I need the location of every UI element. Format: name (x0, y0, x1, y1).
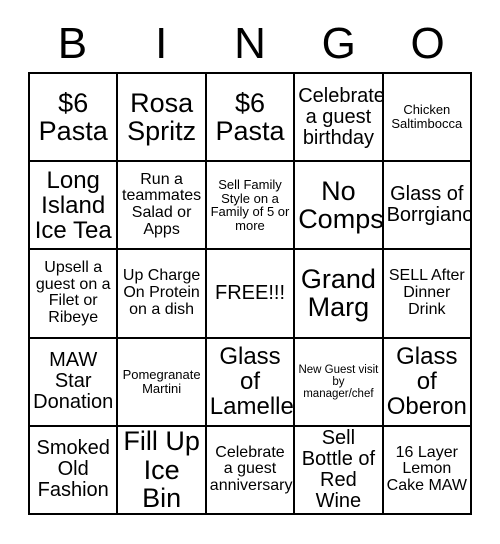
bingo-cell-i5[interactable]: Fill Up Ice Bin (118, 426, 207, 515)
bingo-cell-text: SELL After Dinner Drink (388, 267, 465, 318)
bingo-cell-text: $6 Pasta (215, 87, 285, 147)
bingo-cell-text: Grand Marg (300, 264, 376, 323)
bingo-cell-n1[interactable]: $6 Pasta (206, 74, 296, 163)
bingo-cell-b3[interactable]: Upsell a guest on a Filet or Ribeye (30, 250, 119, 339)
bingo-cell-g3[interactable]: Grand Marg (295, 250, 384, 339)
bingo-cell-o1[interactable]: Chicken Saltimbocca (383, 74, 472, 163)
bingo-grid: $6 Pasta Rosa Spritz $6 Pasta Celebrate … (28, 72, 472, 515)
bingo-cell-text: New Guest visit by manager/chef (298, 363, 379, 400)
bingo-header-letter-i: I (155, 19, 168, 68)
bingo-cell-text: Smoked Old Fashion (36, 437, 110, 502)
bingo-cell-text: No Comps (298, 175, 384, 235)
bingo-header-letter-b: B (57, 19, 88, 68)
bingo-cell-text: Chicken Saltimbocca (391, 102, 463, 132)
bingo-cell-n5[interactable]: Celebrate a guest anniversary (206, 426, 296, 515)
bingo-cell-i4[interactable]: Pomegranate Martini (118, 338, 207, 427)
bingo-cell-i2[interactable]: Run a teammates Salad or Apps (118, 162, 207, 251)
bingo-cell-o2[interactable]: Glass of Borrgiano (383, 162, 472, 251)
bingo-cell-b5[interactable]: Smoked Old Fashion (30, 426, 119, 515)
bingo-cell-text: Sell Bottle of Red Wine (301, 426, 376, 512)
bingo-cell-b1[interactable]: $6 Pasta (30, 74, 119, 163)
bingo-card: B I N G O $6 Pasta Rosa Spritz $6 Pasta … (0, 0, 500, 544)
bingo-free-space-text: FREE!!! (214, 281, 285, 304)
bingo-cell-free-space[interactable]: FREE!!! (206, 250, 296, 339)
bingo-header-letter-o: O (410, 19, 445, 68)
bingo-cell-text: MAW Star Donation (33, 349, 114, 414)
bingo-cell-b2[interactable]: Long Island Ice Tea (30, 162, 119, 251)
bingo-cell-o5[interactable]: 16 Layer Lemon Cake MAW (383, 426, 472, 515)
bingo-cell-o4[interactable]: Glass of Oberon (383, 338, 472, 427)
bingo-cell-b4[interactable]: MAW Star Donation (30, 338, 119, 427)
bingo-cell-text: Up Charge On Protein on a dish (122, 267, 201, 318)
bingo-cell-i3[interactable]: Up Charge On Protein on a dish (118, 250, 207, 339)
bingo-cell-text: Celebrate a guest anniversary (209, 443, 293, 495)
bingo-cell-g4[interactable]: New Guest visit by manager/chef (295, 338, 384, 427)
bingo-cell-text: Sell Family Style on a Family of 5 or mo… (210, 177, 290, 233)
bingo-cell-n2[interactable]: Sell Family Style on a Family of 5 or mo… (206, 162, 296, 251)
bingo-header-letter-g: G (321, 19, 356, 68)
bingo-cell-text: Fill Up Ice Bin (123, 426, 200, 514)
bingo-cell-text: Celebrate a guest birthday (298, 84, 384, 149)
bingo-cell-o3[interactable]: SELL After Dinner Drink (383, 250, 472, 339)
bingo-cell-i1[interactable]: Rosa Spritz (118, 74, 207, 163)
bingo-cell-g2[interactable]: No Comps (295, 162, 384, 251)
bingo-header-letter-n: N (234, 19, 266, 68)
bingo-cell-text: Upsell a guest on a Filet or Ribeye (35, 258, 111, 327)
bingo-cell-text: Rosa Spritz (127, 87, 197, 147)
bingo-cell-text: 16 Layer Lemon Cake MAW (386, 443, 467, 495)
bingo-header-row: B I N G O (28, 16, 472, 72)
bingo-cell-text: Glass of Borrgiano (386, 183, 472, 227)
bingo-cell-text: Glass of Lamelle (209, 342, 294, 421)
bingo-cell-n4[interactable]: Glass of Lamelle (206, 338, 296, 427)
bingo-cell-g5[interactable]: Sell Bottle of Red Wine (295, 426, 384, 515)
bingo-cell-text: Run a teammates Salad or Apps (122, 170, 202, 239)
bingo-cell-text: $6 Pasta (38, 87, 108, 147)
bingo-cell-text: Pomegranate Martini (122, 367, 201, 396)
bingo-cell-text: Long Island Ice Tea (34, 166, 112, 244)
bingo-cell-g1[interactable]: Celebrate a guest birthday (295, 74, 384, 163)
bingo-cell-text: Glass of Oberon (386, 342, 467, 421)
